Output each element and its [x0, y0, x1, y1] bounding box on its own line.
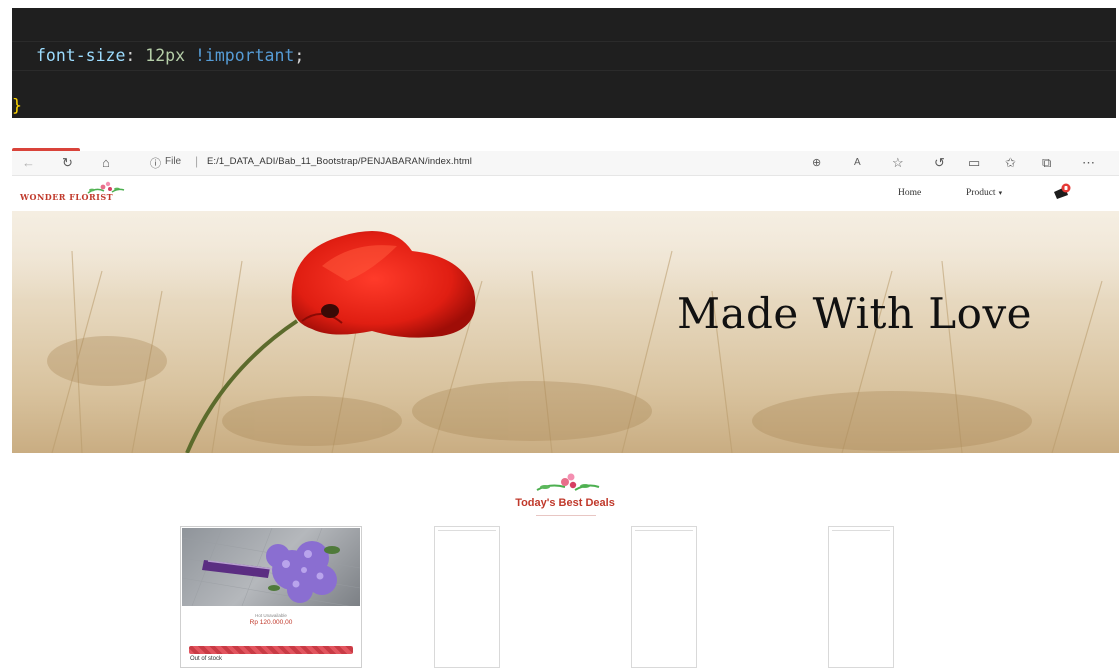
card-top-line	[635, 530, 693, 531]
product-image	[182, 528, 360, 606]
section-title-underline	[536, 515, 596, 516]
deals-flower-icon	[536, 473, 600, 491]
address-bar-url[interactable]: E:/1_DATA_ADI/Bab_11_Bootstrap/PENJABARA…	[207, 156, 472, 167]
product-card-placeholder[interactable]	[434, 526, 500, 668]
product-card-placeholder[interactable]	[631, 526, 697, 668]
product-card-placeholder[interactable]	[828, 526, 894, 668]
code-line-2: }	[12, 92, 1116, 122]
stock-status: Out of stock	[190, 656, 223, 662]
site-logo[interactable]: WONDER FLORIST	[20, 181, 140, 205]
css-semicolon: ;	[294, 46, 305, 65]
address-separator: |	[195, 154, 199, 168]
back-icon[interactable]: ←	[22, 155, 35, 171]
css-important-flag: !important	[194, 46, 295, 65]
logo-text: WONDER FLORIST	[20, 192, 114, 202]
site-navbar: WONDER FLORIST Home Product ▾	[12, 177, 1119, 210]
extension-refresh-icon[interactable]: ↺	[934, 155, 945, 171]
chevron-down-icon: ▾	[998, 189, 1003, 197]
hero-heading: Made With Love	[677, 289, 1033, 338]
split-screen-icon[interactable]: ▭	[968, 155, 980, 171]
home-icon[interactable]: ⌂	[102, 155, 110, 171]
card-top-line	[832, 530, 890, 531]
read-aloud-icon[interactable]: A	[854, 155, 861, 171]
zoom-icon[interactable]: ⊕	[812, 155, 821, 171]
nav-dropdown-label: Product	[966, 188, 996, 198]
browser-toolbar: ← ↻ ⌂ ⓘ File | E:/1_DATA_ADI/Bab_11_Boot…	[12, 151, 1119, 176]
product-category: Hot Unavailable	[255, 613, 287, 618]
product-price: Rp 120.000,00	[249, 619, 293, 626]
code-editor-panel: font-size: 12px !important; }	[12, 8, 1116, 118]
favorites-list-icon[interactable]: ✩	[1005, 155, 1016, 171]
css-value: 12px	[145, 46, 186, 65]
bouquet-image	[182, 528, 360, 606]
refresh-icon[interactable]: ↻	[62, 155, 73, 171]
nav-dropdown-product[interactable]: Product ▾	[966, 188, 1002, 198]
shopping-bag-icon[interactable]	[1052, 183, 1072, 201]
product-card[interactable]: Hot Unavailable Rp 120.000,00 Out of sto…	[180, 526, 362, 668]
code-line-1: font-size: 12px !important;	[12, 41, 1116, 71]
stock-progress-bar	[189, 646, 353, 654]
address-scheme-label: File	[165, 156, 182, 167]
card-top-line	[438, 530, 496, 531]
css-property: font-size	[36, 46, 126, 65]
info-icon[interactable]: ⓘ	[150, 155, 161, 171]
favorite-star-icon[interactable]: ☆	[892, 155, 904, 171]
collections-icon[interactable]: ⧉	[1042, 155, 1051, 171]
section-title: Today's Best Deals	[515, 497, 615, 509]
browser-window: ← ↻ ⌂ ⓘ File | E:/1_DATA_ADI/Bab_11_Boot…	[12, 148, 1119, 668]
css-closing-brace: }	[12, 96, 22, 115]
more-menu-icon[interactable]: ⋯	[1082, 155, 1095, 171]
css-colon: :	[125, 46, 146, 65]
hero-banner: Made With Love	[12, 211, 1119, 453]
nav-link-home[interactable]: Home	[898, 188, 921, 198]
